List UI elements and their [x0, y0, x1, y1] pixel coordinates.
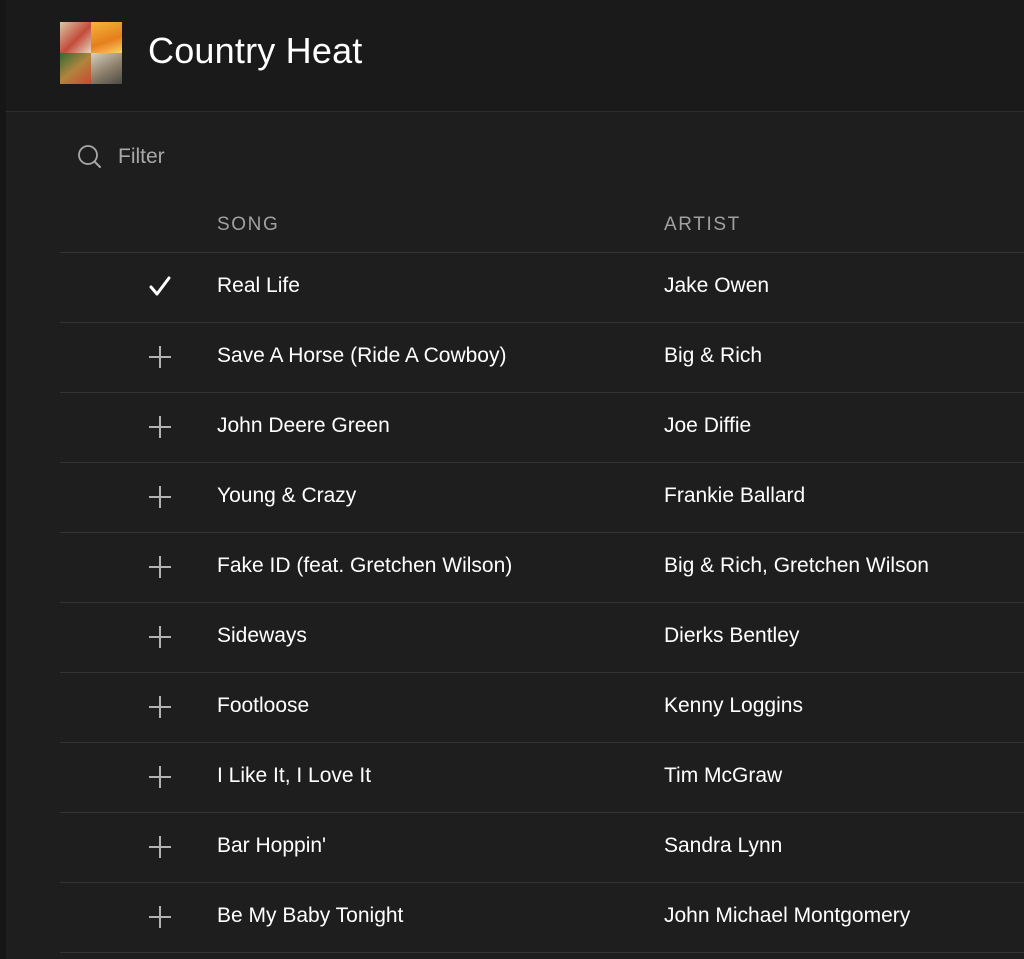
track-artist[interactable]: Joe Diffie	[664, 414, 751, 438]
plus-icon	[149, 696, 171, 718]
table-header: SONG ARTIST	[60, 200, 1024, 253]
playlist-title: Country Heat	[148, 30, 363, 71]
cover-tile-3	[60, 53, 91, 84]
track-title: Be My Baby Tonight	[217, 904, 404, 927]
add-track-button[interactable]	[146, 903, 174, 931]
table-row[interactable]: Save A Horse (Ride A Cowboy) Big & Rich	[60, 323, 1024, 393]
plus-icon	[149, 766, 171, 788]
add-track-button[interactable]	[146, 413, 174, 441]
playlist-header: Country Heat	[6, 0, 1024, 112]
add-track-button[interactable]	[146, 833, 174, 861]
track-artist[interactable]: Dierks Bentley	[664, 624, 799, 648]
add-track-button[interactable]	[146, 483, 174, 511]
filter-input[interactable]	[118, 145, 318, 169]
track-title: Sideways	[217, 624, 307, 647]
track-artist[interactable]: John Michael Montgomery	[664, 904, 910, 928]
added-track-button[interactable]	[146, 273, 174, 301]
plus-icon	[149, 346, 171, 368]
table-row[interactable]: I Like It, I Love It Tim McGraw	[60, 743, 1024, 813]
cover-tile-1	[60, 22, 91, 53]
playlist-cover[interactable]	[60, 22, 122, 84]
track-table: SONG ARTIST Real Life Jake Owen Save A H…	[60, 200, 1024, 953]
add-track-button[interactable]	[146, 623, 174, 651]
track-title: Real Life	[217, 274, 300, 297]
table-row[interactable]: Footloose Kenny Loggins	[60, 673, 1024, 743]
plus-icon	[149, 836, 171, 858]
cover-tile-2	[91, 22, 122, 53]
add-track-button[interactable]	[146, 693, 174, 721]
plus-icon	[149, 556, 171, 578]
add-track-button[interactable]	[146, 343, 174, 371]
playlist-content: SONG ARTIST Real Life Jake Owen Save A H…	[6, 112, 1024, 959]
table-row[interactable]: Sideways Dierks Bentley	[60, 603, 1024, 673]
column-header-artist[interactable]: ARTIST	[664, 214, 741, 236]
track-artist[interactable]: Big & Rich	[664, 344, 762, 368]
table-row[interactable]: Real Life Jake Owen	[60, 253, 1024, 323]
plus-icon	[149, 906, 171, 928]
track-artist[interactable]: Kenny Loggins	[664, 694, 803, 718]
track-artist[interactable]: Big & Rich, Gretchen Wilson	[664, 554, 929, 578]
add-track-button[interactable]	[146, 763, 174, 791]
check-icon	[149, 276, 171, 296]
table-row[interactable]: Be My Baby Tonight John Michael Montgome…	[60, 883, 1024, 953]
track-title: Footloose	[217, 694, 310, 717]
track-artist[interactable]: Tim McGraw	[664, 764, 782, 788]
table-row[interactable]: Bar Hoppin' Sandra Lynn	[60, 813, 1024, 883]
table-row[interactable]: Fake ID (feat. Gretchen Wilson) Big & Ri…	[60, 533, 1024, 603]
track-artist[interactable]: Frankie Ballard	[664, 484, 805, 508]
track-title: Bar Hoppin'	[217, 834, 327, 857]
plus-icon	[149, 486, 171, 508]
table-row[interactable]: Young & Crazy Frankie Ballard	[60, 463, 1024, 533]
add-track-button[interactable]	[146, 553, 174, 581]
search-icon[interactable]	[76, 143, 104, 171]
track-title: John Deere Green	[217, 414, 390, 437]
plus-icon	[149, 626, 171, 648]
track-title: Young & Crazy	[217, 484, 357, 507]
column-header-song[interactable]: SONG	[217, 214, 279, 236]
cover-tile-4	[91, 53, 122, 84]
track-title: I Like It, I Love It	[217, 764, 372, 787]
track-artist[interactable]: Sandra Lynn	[664, 834, 782, 858]
track-title: Save A Horse (Ride A Cowboy)	[217, 344, 507, 367]
track-list: Real Life Jake Owen Save A Horse (Ride A…	[60, 253, 1024, 953]
track-artist[interactable]: Jake Owen	[664, 274, 769, 298]
track-title: Fake ID (feat. Gretchen Wilson)	[217, 554, 513, 577]
table-row[interactable]: John Deere Green Joe Diffie	[60, 393, 1024, 463]
plus-icon	[149, 416, 171, 438]
filter-bar[interactable]	[76, 142, 318, 172]
